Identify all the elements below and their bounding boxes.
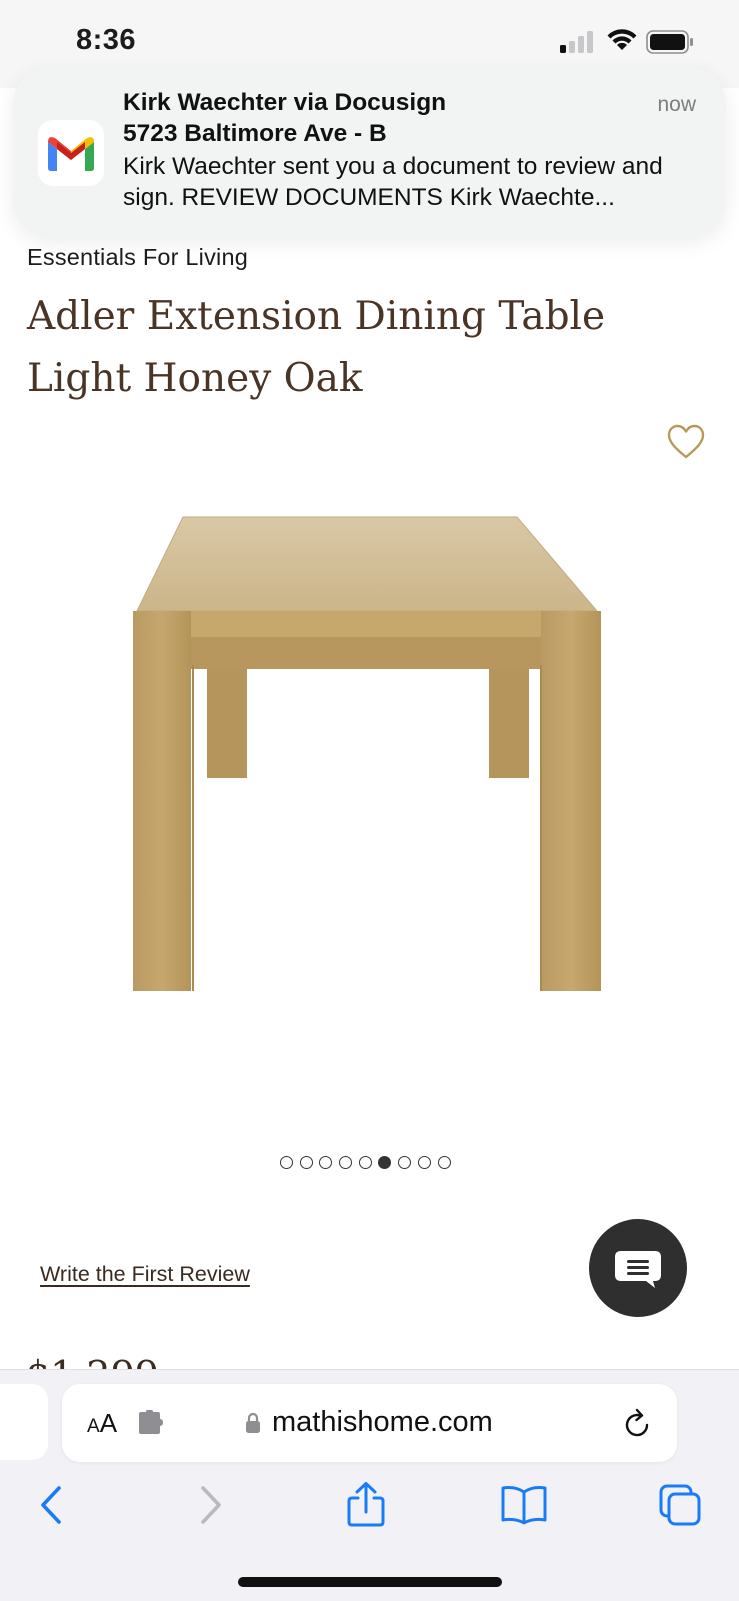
- reload-icon[interactable]: [624, 1408, 652, 1438]
- carousel-dot[interactable]: [299, 1156, 313, 1169]
- extension-icon[interactable]: [137, 1410, 167, 1436]
- carousel-dot-active[interactable]: [378, 1156, 392, 1169]
- address-bar[interactable]: AA mathishome.com: [62, 1384, 677, 1462]
- share-icon[interactable]: [341, 1482, 391, 1528]
- carousel-dot[interactable]: [339, 1156, 353, 1169]
- carousel-dot[interactable]: [398, 1156, 412, 1169]
- gmail-icon: [38, 120, 104, 186]
- tabs-icon[interactable]: [655, 1482, 705, 1528]
- carousel-dot[interactable]: [437, 1156, 451, 1169]
- bookmarks-icon[interactable]: [499, 1482, 549, 1528]
- heart-icon[interactable]: [667, 424, 705, 460]
- carousel-dot[interactable]: [358, 1156, 372, 1169]
- previous-tab-peek[interactable]: [0, 1384, 48, 1460]
- price: $1,299: [26, 1351, 159, 1369]
- brand-name[interactable]: Essentials For Living: [27, 244, 248, 271]
- carousel-dot[interactable]: [417, 1156, 431, 1169]
- write-review-link[interactable]: Write the First Review: [40, 1262, 250, 1287]
- notification-time: now: [657, 93, 696, 116]
- notification-title: Kirk Waechter via Docusign: [123, 89, 447, 116]
- lock-icon: [246, 1412, 260, 1433]
- notification-subtitle: 5723 Baltimore Ave - B: [123, 120, 387, 147]
- home-indicator[interactable]: [238, 1577, 502, 1587]
- carousel-dot[interactable]: [319, 1156, 333, 1169]
- back-icon[interactable]: [33, 1482, 83, 1528]
- battery-icon: [646, 30, 693, 54]
- chat-icon: [615, 1251, 661, 1288]
- product-title: Adler Extension Dining Table Light Honey…: [27, 294, 606, 401]
- forward-icon[interactable]: [186, 1482, 236, 1528]
- carousel-dots: [280, 1156, 451, 1172]
- url-text: mathishome.com: [272, 1406, 493, 1438]
- notification-body: Kirk Waechter sent you a document to rev…: [123, 153, 663, 211]
- status-time: 8:36: [76, 24, 137, 56]
- wifi-icon: [607, 29, 637, 50]
- reader-settings-button[interactable]: AA: [87, 1408, 117, 1439]
- safari-toolbar: AA mathishome.com: [0, 1369, 739, 1601]
- cellular-signal-icon: [560, 31, 593, 53]
- notification-banner[interactable]: Kirk Waechter via Docusign 5723 Baltimor…: [13, 68, 726, 236]
- chat-button[interactable]: [589, 1219, 687, 1317]
- carousel-dot[interactable]: [280, 1156, 293, 1169]
- product-image[interactable]: [125, 515, 613, 1015]
